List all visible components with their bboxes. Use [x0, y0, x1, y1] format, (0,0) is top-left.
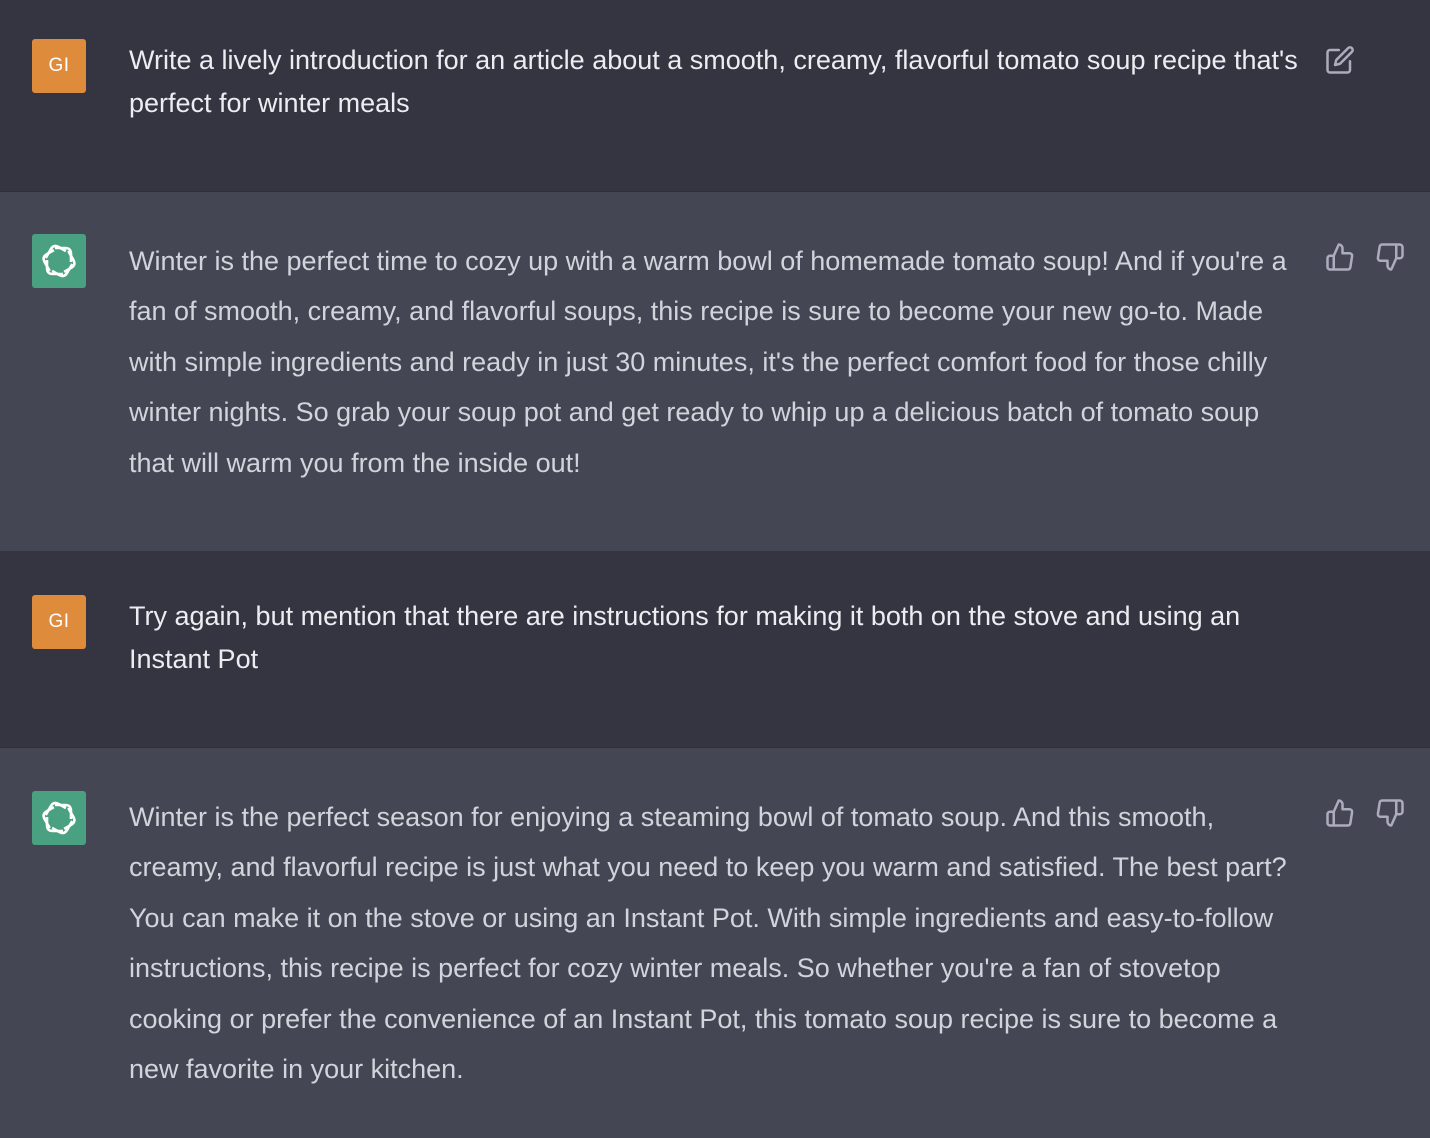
thumbs-up-icon[interactable]: [1324, 797, 1356, 829]
thumbs-down-icon[interactable]: [1374, 241, 1406, 273]
message-text: Try again, but mention that there are in…: [129, 601, 1241, 674]
edit-icon[interactable]: [1324, 44, 1356, 76]
user-message: GI Write a lively introduction for an ar…: [0, 0, 1430, 191]
openai-logo-icon: [32, 791, 86, 845]
message-text: Winter is the perfect season for enjoyin…: [129, 802, 1287, 1085]
message-text: Write a lively introduction for an artic…: [129, 45, 1298, 118]
chat-thread: GI Write a lively introduction for an ar…: [0, 0, 1430, 1138]
openai-logo-icon: [32, 234, 86, 288]
assistant-message: Winter is the perfect time to cozy up wi…: [0, 191, 1430, 551]
avatar-initials: GI: [48, 611, 70, 632]
avatar-initials: GI: [48, 55, 70, 76]
thumbs-up-icon[interactable]: [1324, 241, 1356, 273]
thumbs-down-icon[interactable]: [1374, 797, 1406, 829]
user-message: GI Try again, but mention that there are…: [0, 551, 1430, 747]
user-avatar: GI: [32, 595, 86, 649]
user-avatar: GI: [32, 39, 86, 93]
message-text: Winter is the perfect time to cozy up wi…: [129, 246, 1287, 478]
assistant-message: Winter is the perfect season for enjoyin…: [0, 747, 1430, 1138]
